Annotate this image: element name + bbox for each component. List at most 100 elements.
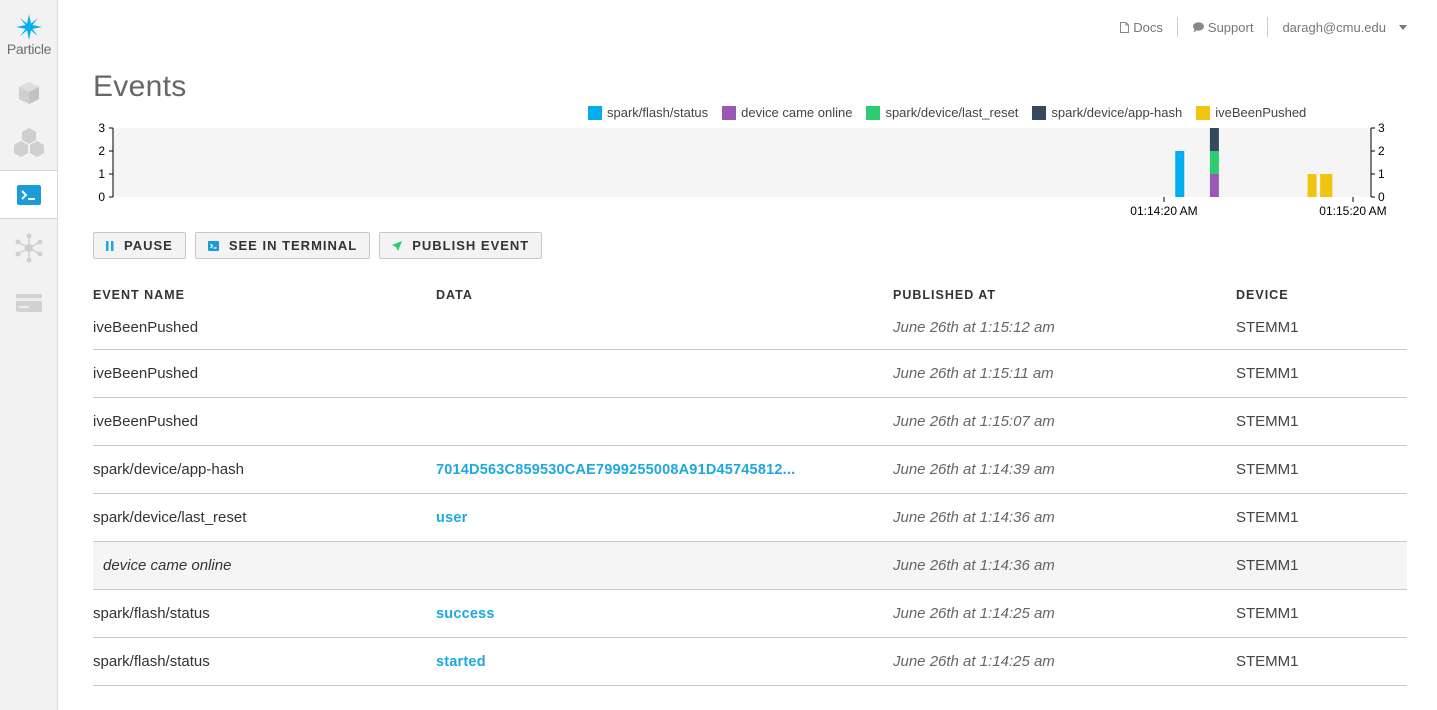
legend-swatch bbox=[866, 105, 881, 120]
event-name: iveBeenPushed bbox=[93, 318, 199, 336]
chart-bar bbox=[1323, 174, 1333, 197]
particle-logo[interactable]: Particle bbox=[0, 14, 58, 57]
document-icon bbox=[1120, 21, 1130, 33]
toolbar: PAUSE SEE IN TERMINAL PUBLISH EVENT bbox=[93, 232, 543, 259]
publish-event-button[interactable]: PUBLISH EVENT bbox=[379, 232, 543, 259]
device-name: STEMM1 bbox=[1236, 365, 1299, 382]
chart-bar bbox=[1307, 174, 1317, 197]
sidebar-item-billing[interactable] bbox=[0, 288, 57, 318]
event-data[interactable]: success bbox=[436, 606, 893, 622]
table-row[interactable]: iveBeenPushed June 26th at 1:15:11 am ST… bbox=[93, 350, 1407, 398]
published-at: June 26th at 1:15:07 am bbox=[893, 413, 1055, 430]
sidebar-divider bbox=[0, 218, 58, 219]
legend-item[interactable]: iveBeenPushed bbox=[1196, 105, 1306, 120]
support-link[interactable]: Support bbox=[1192, 19, 1254, 35]
legend-swatch bbox=[722, 105, 737, 120]
chart-bar bbox=[1209, 128, 1219, 151]
event-name: spark/flash/status bbox=[93, 653, 210, 670]
mesh-network-icon bbox=[15, 233, 42, 263]
y-tick-label-right: 0 bbox=[1378, 190, 1385, 204]
published-at: June 26th at 1:14:36 am bbox=[893, 509, 1055, 526]
send-icon bbox=[392, 240, 403, 251]
sidebar-item-mesh[interactable] bbox=[0, 232, 57, 264]
see-in-terminal-label: SEE IN TERMINAL bbox=[228, 238, 358, 253]
events-table: EVENT NAME DATA PUBLISHED AT DEVICE iveB… bbox=[93, 283, 1407, 686]
event-data[interactable]: user bbox=[436, 510, 893, 526]
logo-text: Particle bbox=[6, 41, 52, 57]
pause-icon bbox=[106, 240, 114, 251]
event-name: spark/device/last_reset bbox=[93, 509, 247, 526]
device-name: STEMM1 bbox=[1236, 605, 1299, 622]
table-header: EVENT NAME DATA PUBLISHED AT DEVICE bbox=[93, 283, 1407, 307]
y-tick-label-right: 2 bbox=[1378, 144, 1385, 158]
published-at: June 26th at 1:14:36 am bbox=[893, 557, 1055, 574]
user-email: daragh@cmu.edu bbox=[1282, 19, 1386, 35]
chart-legend: spark/flash/status device came online sp… bbox=[588, 105, 1306, 120]
device-name: STEMM1 bbox=[1236, 461, 1299, 478]
legend-item[interactable]: device came online bbox=[722, 105, 852, 120]
device-name: STEMM1 bbox=[1236, 509, 1299, 526]
y-tick-label-right: 3 bbox=[1378, 121, 1385, 135]
legend-item[interactable]: spark/flash/status bbox=[588, 105, 708, 120]
event-name: device came online bbox=[103, 557, 232, 574]
table-row[interactable]: device came online June 26th at 1:14:36 … bbox=[93, 542, 1407, 590]
sidebar-item-products[interactable] bbox=[0, 125, 57, 159]
table-row[interactable]: spark/flash/status started June 26th at … bbox=[93, 638, 1407, 686]
legend-label: spark/device/app-hash bbox=[1051, 105, 1183, 120]
published-at: June 26th at 1:15:12 am bbox=[893, 318, 1055, 336]
table-row[interactable]: spark/flash/status success June 26th at … bbox=[93, 590, 1407, 638]
legend-label: spark/flash/status bbox=[607, 105, 709, 120]
docs-link[interactable]: Docs bbox=[1120, 20, 1163, 35]
published-at: June 26th at 1:14:25 am bbox=[893, 653, 1055, 670]
pause-label: PAUSE bbox=[124, 238, 173, 253]
docs-label: Docs bbox=[1133, 19, 1163, 35]
user-menu[interactable]: daragh@cmu.edu bbox=[1282, 20, 1407, 35]
header-data[interactable]: DATA bbox=[436, 288, 893, 302]
event-name: iveBeenPushed bbox=[93, 365, 199, 382]
event-name: spark/flash/status bbox=[93, 605, 210, 622]
legend-label: spark/device/last_reset bbox=[885, 105, 1019, 120]
legend-swatch bbox=[1196, 105, 1211, 120]
event-data[interactable]: 7014D563C859530CAE7999255008A91D45745812… bbox=[436, 462, 893, 478]
chart-bar bbox=[1175, 151, 1185, 197]
published-at: June 26th at 1:14:25 am bbox=[893, 605, 1055, 622]
legend-item[interactable]: spark/device/last_reset bbox=[866, 105, 1018, 120]
divider bbox=[1267, 17, 1269, 37]
chevron-down-icon bbox=[1399, 24, 1407, 30]
legend-swatch bbox=[588, 105, 602, 120]
chat-bubble-icon bbox=[1192, 21, 1204, 32]
device-icon bbox=[18, 82, 39, 104]
terminal-icon bbox=[207, 240, 219, 251]
x-tick-label: 01:15:20 AM bbox=[1319, 204, 1386, 218]
sidebar-item-console[interactable] bbox=[0, 171, 57, 218]
table-row[interactable]: spark/device/last_reset user June 26th a… bbox=[93, 494, 1407, 542]
chart-bar bbox=[1209, 151, 1219, 174]
table-row[interactable]: iveBeenPushed June 26th at 1:15:07 am ST… bbox=[93, 398, 1407, 446]
sidebar-item-devices[interactable] bbox=[0, 77, 57, 109]
table-row[interactable]: spark/device/app-hash 7014D563C859530CAE… bbox=[93, 446, 1407, 494]
chart-bar bbox=[1209, 174, 1219, 197]
divider bbox=[1176, 17, 1178, 37]
header-published-at[interactable]: PUBLISHED AT bbox=[893, 288, 1236, 302]
legend-label: device came online bbox=[741, 105, 853, 120]
y-tick-label-left: 1 bbox=[98, 167, 105, 181]
billing-card-icon bbox=[15, 294, 42, 312]
device-name: STEMM1 bbox=[1236, 413, 1299, 430]
y-tick-label-left: 2 bbox=[98, 144, 105, 158]
legend-item[interactable]: spark/device/app-hash bbox=[1032, 105, 1182, 120]
pause-button[interactable]: PAUSE bbox=[93, 232, 186, 259]
event-data[interactable]: started bbox=[436, 654, 893, 670]
y-tick-label-right: 1 bbox=[1378, 167, 1385, 181]
products-icon bbox=[13, 128, 44, 157]
events-chart: 0 0 1 1 2 2 3 3 01:14:20 AM 01:15:20 AM bbox=[98, 121, 1386, 218]
see-in-terminal-button[interactable]: SEE IN TERMINAL bbox=[194, 232, 371, 259]
particle-star-icon bbox=[16, 14, 42, 40]
sidebar: Particle bbox=[0, 0, 58, 710]
table-row[interactable]: iveBeenPushed June 26th at 1:15:12 am ST… bbox=[93, 305, 1407, 350]
device-name: STEMM1 bbox=[1236, 653, 1299, 670]
support-label: Support bbox=[1207, 19, 1254, 35]
device-name: STEMM1 bbox=[1236, 318, 1299, 336]
header-device[interactable]: DEVICE bbox=[1236, 288, 1407, 302]
header-event-name[interactable]: EVENT NAME bbox=[93, 288, 436, 302]
device-name: STEMM1 bbox=[1236, 557, 1299, 574]
